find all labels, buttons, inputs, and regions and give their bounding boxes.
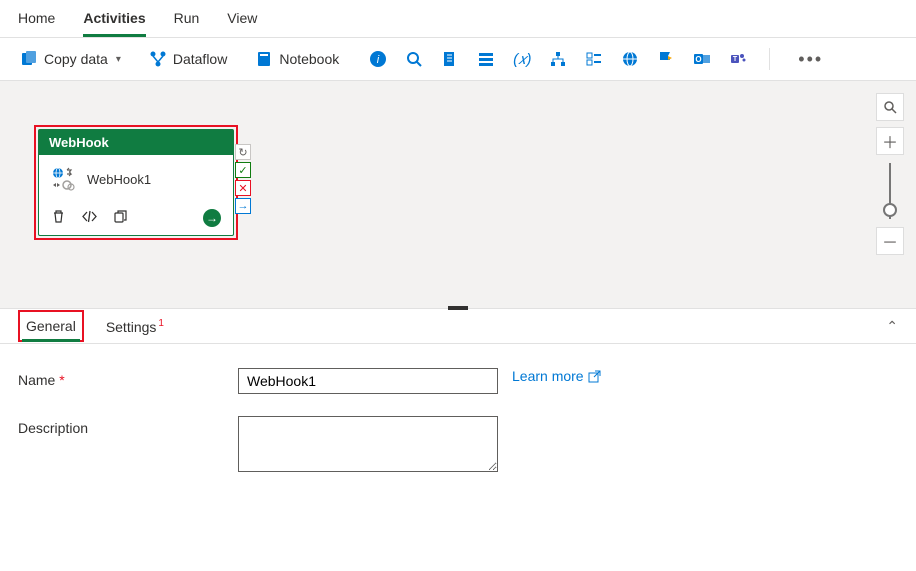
zoom-in-button[interactable]: ＋ — [876, 127, 904, 155]
pipeline-canvas[interactable]: WebHook WebHook1 → — [0, 81, 916, 309]
zoom-slider-thumb[interactable] — [883, 203, 897, 217]
tab-view[interactable]: View — [227, 6, 257, 37]
variable-icon[interactable]: (𝑥) — [513, 50, 531, 68]
name-label: Name * — [18, 368, 238, 388]
top-tabs: Home Activities Run View — [0, 0, 916, 38]
copy-data-icon — [20, 50, 38, 68]
dataflow-label: Dataflow — [173, 51, 227, 67]
tab-activities[interactable]: Activities — [83, 6, 145, 37]
script-icon[interactable] — [441, 50, 459, 68]
name-input[interactable] — [238, 368, 498, 394]
description-label: Description — [18, 416, 238, 436]
collapse-panel-icon[interactable]: ⌃ — [886, 318, 898, 335]
notebook-icon — [255, 50, 273, 68]
learn-more-link[interactable]: Learn more — [512, 368, 601, 384]
teams-icon[interactable]: T — [729, 50, 747, 68]
webhook-activity-node[interactable]: WebHook WebHook1 → — [38, 129, 234, 236]
copy-data-label: Copy data — [44, 51, 108, 67]
chevron-down-icon: ▾ — [116, 54, 121, 65]
globe-icon[interactable] — [621, 50, 639, 68]
flag-icon[interactable] — [657, 50, 675, 68]
tab-home[interactable]: Home — [18, 6, 55, 37]
info-circle-icon[interactable]: i — [369, 50, 387, 68]
tab-run[interactable]: Run — [174, 6, 200, 37]
connector-completion[interactable]: → — [235, 198, 251, 214]
dataflow-icon — [149, 50, 167, 68]
run-arrow-icon[interactable]: → — [203, 209, 221, 227]
panel-resize-handle[interactable] — [448, 306, 468, 310]
connector-skip[interactable]: ↻ — [235, 144, 251, 160]
activity-detail-panel: General Settings1 ⌃ Name * Learn more De… — [0, 309, 916, 518]
node-name-label: WebHook1 — [87, 172, 151, 187]
toolbar-icon-group: i (𝑥) O T ••• — [369, 48, 829, 70]
connector-success[interactable]: ✓ — [235, 162, 251, 178]
panel-tabs: General Settings1 — [18, 309, 164, 343]
search-icon[interactable] — [405, 50, 423, 68]
external-link-icon — [588, 370, 601, 383]
activities-toolbar: Copy data ▾ Dataflow Notebook i (𝑥) O T … — [0, 38, 916, 81]
list-icon[interactable] — [477, 50, 495, 68]
notebook-button[interactable]: Notebook — [249, 46, 345, 72]
svg-text:T: T — [733, 56, 738, 63]
outlook-icon[interactable]: O — [693, 50, 711, 68]
node-type-label: WebHook — [39, 130, 233, 155]
description-textarea[interactable] — [238, 416, 498, 472]
node-connectors: ↻ ✓ ✕ → — [235, 144, 251, 214]
copy-icon[interactable] — [113, 209, 128, 227]
connector-fail[interactable]: ✕ — [235, 180, 251, 196]
webhook-node-highlight: WebHook WebHook1 → — [34, 125, 238, 240]
dataflow-button[interactable]: Dataflow — [143, 46, 233, 72]
webhook-icon — [49, 165, 77, 193]
toolbar-divider — [769, 48, 770, 70]
hierarchy-icon[interactable] — [549, 50, 567, 68]
zoom-slider[interactable] — [889, 163, 891, 219]
canvas-search-button[interactable] — [876, 93, 904, 121]
toolbar-more-button[interactable]: ••• — [792, 50, 829, 68]
zoom-out-button[interactable]: － — [876, 227, 904, 255]
checklist-icon[interactable] — [585, 50, 603, 68]
panel-tab-settings-label: Settings — [106, 319, 157, 335]
delete-icon[interactable] — [51, 209, 66, 227]
panel-tab-settings[interactable]: Settings1 — [104, 309, 164, 343]
copy-data-button[interactable]: Copy data ▾ — [14, 46, 127, 72]
settings-badge: 1 — [158, 318, 164, 329]
panel-tab-general[interactable]: General — [18, 310, 84, 342]
canvas-zoom-tools: ＋ － — [876, 93, 904, 255]
notebook-label: Notebook — [279, 51, 339, 67]
code-icon[interactable] — [82, 209, 97, 227]
svg-text:O: O — [696, 55, 702, 64]
general-form: Name * Learn more Description — [0, 344, 916, 518]
